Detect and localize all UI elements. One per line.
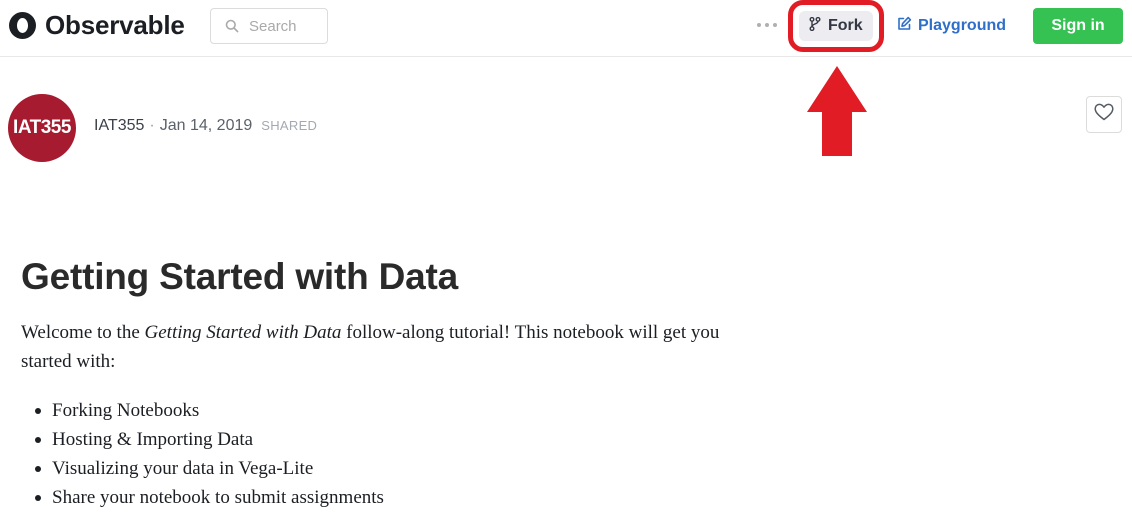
avatar[interactable]: IAT355	[8, 94, 76, 162]
observable-logo[interactable]: Observable	[9, 9, 185, 41]
intro-emphasis: Getting Started with Data	[144, 322, 342, 343]
list-item-text: Share your notebook to submit assignment…	[52, 487, 384, 508]
bullet-icon	[35, 465, 41, 472]
playground-link[interactable]: Playground	[897, 14, 1006, 38]
search-icon	[225, 19, 239, 33]
bullet-icon	[35, 494, 41, 501]
list-item: Share your notebook to submit assignment…	[21, 483, 384, 512]
page-title: Getting Started with Data	[21, 256, 458, 297]
list-item-text: Forking Notebooks	[52, 400, 200, 421]
topics-list: Forking Notebooks Hosting & Importing Da…	[21, 396, 384, 512]
sign-in-button[interactable]: Sign in	[1033, 8, 1123, 44]
list-item-text: Hosting & Importing Data	[52, 429, 254, 450]
more-dots-icon[interactable]	[757, 16, 777, 34]
fork-icon	[809, 16, 821, 36]
heart-icon	[1094, 103, 1114, 126]
edit-icon	[897, 16, 912, 36]
author-link[interactable]: IAT355	[94, 117, 144, 135]
list-item: Hosting & Importing Data	[21, 425, 384, 454]
fork-button-label: Fork	[828, 17, 863, 34]
search-placeholder: Search	[249, 17, 297, 35]
list-item-text: Visualizing your data in Vega-Lite	[52, 458, 314, 479]
like-button[interactable]	[1086, 96, 1122, 133]
intro-paragraph: Welcome to the Getting Started with Data…	[21, 318, 761, 376]
bullet-icon	[35, 436, 41, 443]
notebook-meta: IAT355 · Jan 14, 2019 SHARED	[94, 117, 317, 135]
meta-separator: ·	[149, 117, 155, 134]
list-item: Forking Notebooks	[21, 396, 384, 425]
observable-logo-icon	[9, 11, 36, 39]
playground-label: Playground	[918, 17, 1007, 34]
intro-prefix: Welcome to the	[21, 322, 145, 343]
bullet-icon	[35, 407, 41, 414]
list-item: Visualizing your data in Vega-Lite	[21, 454, 384, 483]
brand-name: Observable	[45, 9, 185, 40]
publish-date: Jan 14, 2019	[159, 117, 253, 134]
search-input[interactable]: Search	[210, 8, 328, 44]
top-navigation-bar: Observable Search Fork Playground Sign i…	[0, 0, 1132, 57]
fork-button[interactable]: Fork	[799, 11, 873, 41]
status-badge: SHARED	[261, 118, 318, 133]
up-arrow-icon	[807, 66, 867, 158]
fork-highlight-outline: Fork	[788, 0, 884, 52]
avatar-text: IAT355	[13, 117, 71, 138]
